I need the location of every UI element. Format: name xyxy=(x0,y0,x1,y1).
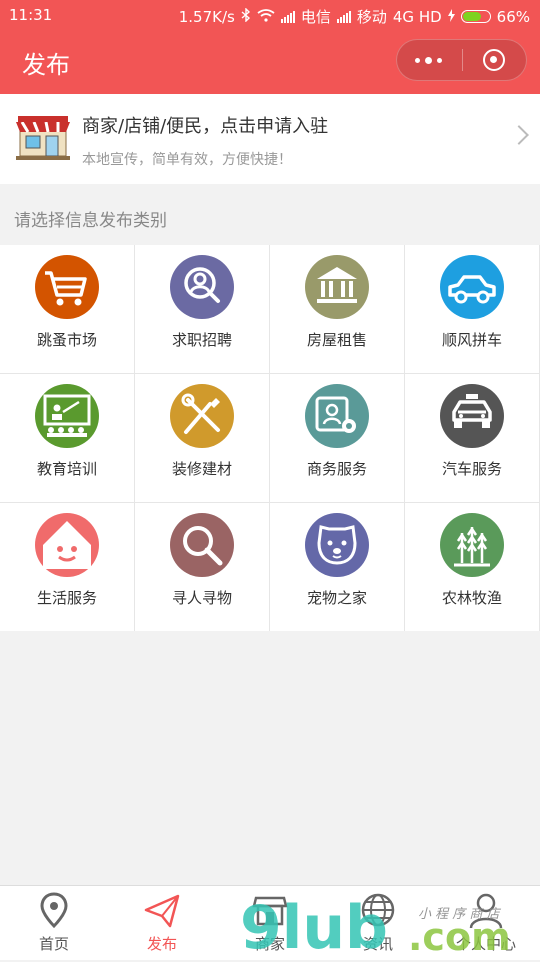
category-item[interactable]: 宠物之家 xyxy=(270,503,404,631)
tab-label: 资讯 xyxy=(362,935,393,953)
wifi-icon xyxy=(257,8,275,26)
category-label: 生活服务 xyxy=(36,589,97,607)
more-menu-button[interactable] xyxy=(415,52,445,68)
status-bar: 11:31 1.57K/s 电信 移动 4G HD 66% xyxy=(0,0,540,30)
tab-label: 首页 xyxy=(38,935,69,953)
signal-icon xyxy=(336,10,351,23)
carrier-1: 电信 xyxy=(300,8,331,26)
category-item[interactable]: 装修建材 xyxy=(135,374,269,502)
category-item[interactable]: 跳蚤市场 xyxy=(0,245,134,373)
close-mini-program-button[interactable] xyxy=(483,49,505,71)
merchant-join-banner[interactable]: 商家/店铺/便民，点击申请入驻 本地宣传，简单有效，方便快捷！ xyxy=(0,94,540,184)
battery-level xyxy=(462,12,482,21)
dog-icon xyxy=(305,513,369,577)
id-gear-icon xyxy=(305,384,369,448)
category-label: 汽车服务 xyxy=(441,460,502,478)
capsule-divider xyxy=(462,49,463,71)
category-label: 房屋租售 xyxy=(306,331,367,349)
paper-plane-icon xyxy=(144,892,180,930)
category-label: 教育培训 xyxy=(36,460,97,478)
category-label: 装修建材 xyxy=(171,460,232,478)
battery-percent: 66% xyxy=(496,7,530,26)
tab-home[interactable]: 首页 xyxy=(0,886,108,961)
network-speed: 1.57K/s xyxy=(178,7,235,26)
car-icon xyxy=(440,255,504,319)
category-label: 宠物之家 xyxy=(306,589,367,607)
category-item[interactable]: 教育培训 xyxy=(0,374,134,502)
network-type: 4G HD xyxy=(392,7,442,26)
cart-icon xyxy=(35,255,99,319)
taxi-icon xyxy=(440,384,504,448)
carrier-2: 移动 xyxy=(356,8,387,26)
tab-label: 商家 xyxy=(254,935,285,953)
category-label: 求职招聘 xyxy=(171,331,232,349)
tab-profile[interactable]: 个人中心 xyxy=(432,886,540,961)
category-item[interactable]: 商务服务 xyxy=(270,374,404,502)
location-pin-icon xyxy=(36,892,72,930)
tab-bar: 首页 发布 商家 资讯 个人中心 xyxy=(0,885,540,960)
category-label: 农林牧渔 xyxy=(441,589,502,607)
category-item[interactable]: 生活服务 xyxy=(0,503,134,631)
category-label: 商务服务 xyxy=(306,460,367,478)
tab-news[interactable]: 资讯 xyxy=(324,886,432,961)
globe-icon xyxy=(360,892,396,930)
signal-icon xyxy=(280,10,295,23)
smile-house-icon xyxy=(35,513,99,577)
bluetooth-icon xyxy=(241,6,251,26)
battery-icon xyxy=(460,10,491,23)
person-search-icon xyxy=(170,255,234,319)
tab-label: 个人中心 xyxy=(455,935,516,953)
category-item[interactable]: 房屋租售 xyxy=(270,245,404,373)
category-label: 寻人寻物 xyxy=(171,589,232,607)
classroom-icon xyxy=(35,384,99,448)
mini-program-capsule xyxy=(396,39,527,81)
shop-icon xyxy=(252,892,288,930)
chevron-right-icon xyxy=(509,125,529,145)
category-grid: 跳蚤市场 求职招聘 房屋租售 顺风拼车教育培训 装修建材 商务服务 汽车服务生活服务 寻人寻物… xyxy=(0,245,540,631)
charging-icon xyxy=(447,8,455,26)
banner-subtitle: 本地宣传，简单有效，方便快捷！ xyxy=(82,152,292,168)
category-item[interactable]: 寻人寻物 xyxy=(135,503,269,631)
bank-icon xyxy=(305,255,369,319)
category-item[interactable]: 农林牧渔 xyxy=(405,503,539,631)
tab-merchants[interactable]: 商家 xyxy=(216,886,324,961)
category-label: 跳蚤市场 xyxy=(36,331,97,349)
page-title: 发布 xyxy=(22,51,70,79)
category-label: 顺风拼车 xyxy=(441,331,502,349)
category-item[interactable]: 顺风拼车 xyxy=(405,245,539,373)
user-icon xyxy=(468,892,504,930)
banner-title: 商家/店铺/便民，点击申请入驻 xyxy=(82,116,329,137)
status-time: 11:31 xyxy=(9,6,53,24)
category-item[interactable]: 求职招聘 xyxy=(135,245,269,373)
tools-icon xyxy=(170,384,234,448)
tab-publish[interactable]: 发布 xyxy=(108,886,216,961)
category-item[interactable]: 汽车服务 xyxy=(405,374,539,502)
wheat-icon xyxy=(440,513,504,577)
tab-label: 发布 xyxy=(146,935,177,953)
status-indicators: 1.57K/s 电信 移动 4G HD 66% xyxy=(179,6,530,27)
storefront-icon xyxy=(16,114,70,164)
section-title: 请选择信息发布类别 xyxy=(14,211,167,231)
magnifier-icon xyxy=(170,513,234,577)
